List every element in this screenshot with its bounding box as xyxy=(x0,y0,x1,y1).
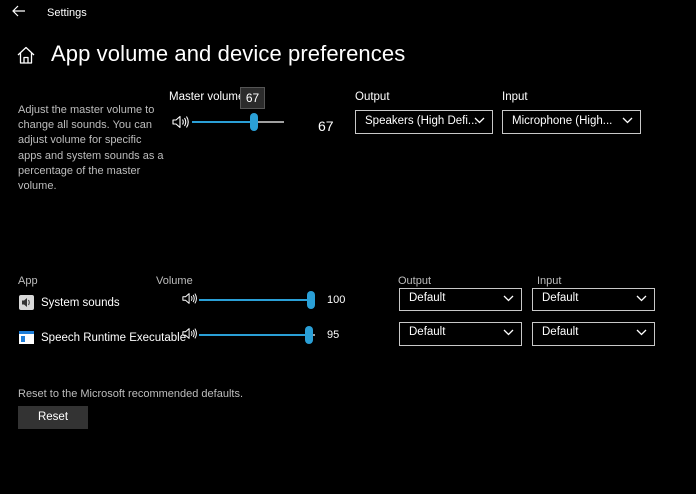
apps-header-input: Input xyxy=(537,275,562,287)
app-volume-slider[interactable] xyxy=(199,291,315,309)
app-volume-slider[interactable] xyxy=(199,326,315,344)
chevron-down-icon xyxy=(636,295,647,302)
app-output-dropdown[interactable]: Default xyxy=(399,322,522,346)
master-volume-label: Master volume xyxy=(169,91,245,103)
app-input-value: Default xyxy=(542,326,579,338)
master-volume-value: 67 xyxy=(318,118,334,134)
back-arrow-icon[interactable] xyxy=(10,5,28,21)
speaker-icon[interactable] xyxy=(182,327,200,341)
home-icon[interactable] xyxy=(15,44,37,66)
speech-app-icon xyxy=(18,329,35,346)
master-output-dropdown[interactable]: Speakers (High Defi... xyxy=(355,110,493,134)
app-input-dropdown[interactable]: Default xyxy=(532,288,655,311)
master-volume-thumb[interactable] xyxy=(249,113,258,131)
app-name: Speech Runtime Executable xyxy=(41,332,187,344)
chevron-down-icon xyxy=(636,329,647,336)
speaker-icon[interactable] xyxy=(182,292,200,306)
apps-header-volume: Volume xyxy=(156,275,193,287)
chevron-down-icon xyxy=(474,117,485,124)
page-title: App volume and device preferences xyxy=(51,41,406,66)
app-volume-value: 95 xyxy=(327,329,340,341)
chevron-down-icon xyxy=(622,117,633,124)
app-output-value: Default xyxy=(409,326,446,338)
master-volume-tooltip: 67 xyxy=(240,87,265,109)
app-output-value: Default xyxy=(409,292,446,304)
reset-description: Reset to the Microsoft recommended defau… xyxy=(18,388,243,400)
app-input-value: Default xyxy=(542,292,579,304)
apps-header-output: Output xyxy=(398,275,432,287)
master-input-dropdown[interactable]: Microphone (High... xyxy=(502,110,641,134)
system-sounds-icon xyxy=(18,294,35,311)
master-input-value: Microphone (High... xyxy=(512,115,613,127)
app-volume-fill xyxy=(199,334,310,336)
app-volume-value: 100 xyxy=(327,294,346,306)
app-output-dropdown[interactable]: Default xyxy=(399,288,522,311)
app-volume-thumb[interactable] xyxy=(305,326,314,344)
master-input-label: Input xyxy=(502,91,528,103)
speaker-icon[interactable] xyxy=(172,115,190,129)
master-volume-description: Adjust the master volume to change all s… xyxy=(18,104,164,193)
app-volume-thumb[interactable] xyxy=(307,291,315,309)
master-output-value: Speakers (High Defi... xyxy=(365,115,478,127)
app-input-dropdown[interactable]: Default xyxy=(532,322,655,346)
master-volume-fill xyxy=(192,121,254,123)
app-volume-fill xyxy=(199,299,315,301)
apps-header-app: App xyxy=(18,275,38,287)
app-name: System sounds xyxy=(41,297,120,309)
chevron-down-icon xyxy=(503,295,514,302)
reset-button[interactable]: Reset xyxy=(18,406,88,429)
chevron-down-icon xyxy=(503,329,514,336)
master-output-label: Output xyxy=(355,91,390,103)
window-title: Settings xyxy=(47,7,87,19)
master-volume-slider[interactable] xyxy=(192,113,284,131)
